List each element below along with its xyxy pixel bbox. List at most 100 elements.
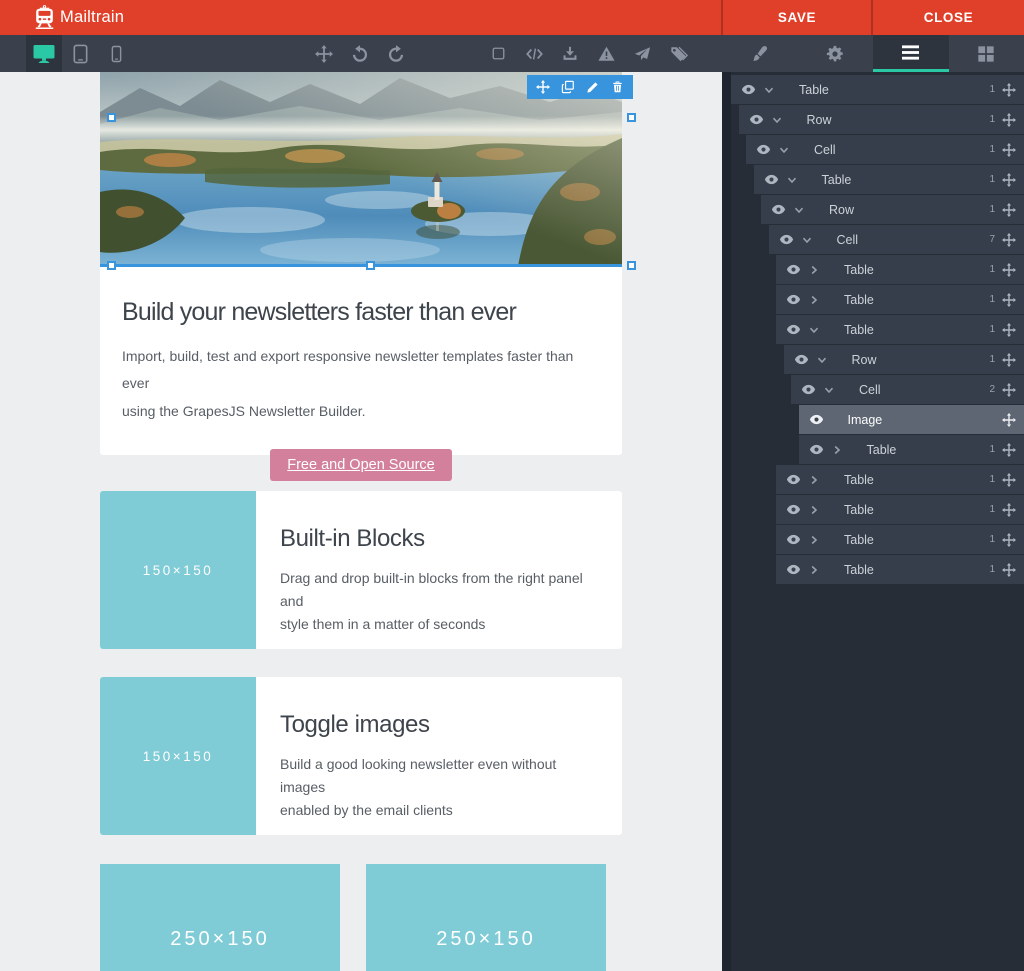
layer-row-cell[interactable]: Cell1 <box>746 135 1024 165</box>
layer-row-table[interactable]: Table1 <box>776 465 1024 495</box>
layer-row-table[interactable]: Table1 <box>776 285 1024 315</box>
view-code-button[interactable] <box>516 35 552 72</box>
fullscreen-move-button[interactable] <box>306 35 342 72</box>
warnings-button[interactable] <box>588 35 624 72</box>
chevron-down-icon[interactable] <box>808 324 820 336</box>
move-handle-icon[interactable] <box>1002 143 1016 157</box>
move-handle-icon[interactable] <box>1002 263 1016 277</box>
visibility-eye-icon[interactable] <box>749 112 764 127</box>
visibility-eye-icon[interactable] <box>756 142 771 157</box>
chevron-down-icon[interactable] <box>763 84 775 96</box>
move-handle-icon[interactable] <box>1002 443 1016 457</box>
resize-handle-bottom-center[interactable] <box>366 261 375 270</box>
move-handle-icon[interactable] <box>1002 323 1016 337</box>
save-button[interactable]: SAVE <box>721 0 871 35</box>
undo-button[interactable] <box>342 35 378 72</box>
hero-paragraph[interactable]: Import, build, test and export responsiv… <box>122 343 600 425</box>
open-layers-button[interactable] <box>873 35 949 72</box>
manage-tags-button[interactable] <box>660 35 696 72</box>
visibility-eye-icon[interactable] <box>786 322 801 337</box>
redo-button[interactable] <box>378 35 414 72</box>
chevron-right-icon[interactable] <box>808 474 820 486</box>
cta-button[interactable]: Free and Open Source <box>270 449 452 481</box>
layer-row-cell[interactable]: Cell7 <box>769 225 1024 255</box>
visibility-eye-icon[interactable] <box>786 532 801 547</box>
open-blocks-button[interactable] <box>949 35 1024 72</box>
feature-paragraph[interactable]: Drag and drop built-in blocks from the r… <box>280 567 598 636</box>
device-mobile-button[interactable] <box>98 35 134 72</box>
visibility-eye-icon[interactable] <box>794 352 809 367</box>
component-move-button[interactable] <box>530 75 555 99</box>
chevron-down-icon[interactable] <box>816 354 828 366</box>
device-desktop-button[interactable] <box>26 35 62 72</box>
placeholder-image-250[interactable]: 250×150 <box>366 864 606 971</box>
move-handle-icon[interactable] <box>1002 293 1016 307</box>
chevron-down-icon[interactable] <box>778 144 790 156</box>
layer-row-table[interactable]: Table1 <box>731 75 1024 105</box>
close-button[interactable]: CLOSE <box>871 0 1024 35</box>
move-handle-icon[interactable] <box>1002 473 1016 487</box>
chevron-down-icon[interactable] <box>771 114 783 126</box>
visibility-eye-icon[interactable] <box>764 172 779 187</box>
layer-row-table[interactable]: Table1 <box>776 495 1024 525</box>
chevron-right-icon[interactable] <box>808 564 820 576</box>
layer-row-table[interactable]: Table1 <box>776 555 1024 585</box>
chevron-right-icon[interactable] <box>808 264 820 276</box>
layer-row-row[interactable]: Row1 <box>784 345 1024 375</box>
hero-image[interactable] <box>100 72 622 266</box>
chevron-right-icon[interactable] <box>808 504 820 516</box>
resize-handle-bottom-right[interactable] <box>627 261 636 270</box>
layer-row-row[interactable]: Row1 <box>761 195 1024 225</box>
placeholder-image-150[interactable]: 150×150 <box>100 491 256 649</box>
layer-row-cell[interactable]: Cell2 <box>791 375 1024 405</box>
layer-row-table[interactable]: Table1 <box>799 435 1024 465</box>
resize-handle-right[interactable] <box>627 113 636 122</box>
toggle-borders-button[interactable] <box>480 35 516 72</box>
move-handle-icon[interactable] <box>1002 503 1016 517</box>
layer-row-table[interactable]: Table1 <box>754 165 1024 195</box>
chevron-down-icon[interactable] <box>793 204 805 216</box>
layer-row-table[interactable]: Table1 <box>776 315 1024 345</box>
layer-row-table[interactable]: Table1 <box>776 525 1024 555</box>
move-handle-icon[interactable] <box>1002 173 1016 187</box>
visibility-eye-icon[interactable] <box>786 292 801 307</box>
resize-handle-left[interactable] <box>107 113 116 122</box>
placeholder-image-250[interactable]: 250×150 <box>100 864 340 971</box>
layer-row-table[interactable]: Table1 <box>776 255 1024 285</box>
move-handle-icon[interactable] <box>1002 203 1016 217</box>
feature-heading[interactable]: Toggle images <box>280 711 598 739</box>
visibility-eye-icon[interactable] <box>779 232 794 247</box>
move-handle-icon[interactable] <box>1002 413 1016 427</box>
chevron-down-icon[interactable] <box>786 174 798 186</box>
move-handle-icon[interactable] <box>1002 533 1016 547</box>
send-test-button[interactable] <box>624 35 660 72</box>
visibility-eye-icon[interactable] <box>786 502 801 517</box>
placeholder-image-150[interactable]: 150×150 <box>100 677 256 835</box>
feature-heading[interactable]: Built-in Blocks <box>280 525 598 553</box>
chevron-right-icon[interactable] <box>831 444 843 456</box>
move-handle-icon[interactable] <box>1002 563 1016 577</box>
visibility-eye-icon[interactable] <box>786 472 801 487</box>
device-tablet-button[interactable] <box>62 35 98 72</box>
chevron-right-icon[interactable] <box>808 534 820 546</box>
visibility-eye-icon[interactable] <box>786 262 801 277</box>
import-template-button[interactable] <box>552 35 588 72</box>
move-handle-icon[interactable] <box>1002 353 1016 367</box>
feature-paragraph[interactable]: Build a good looking newsletter even wit… <box>280 753 598 822</box>
hero-heading[interactable]: Build your newsletters faster than ever <box>122 298 600 327</box>
visibility-eye-icon[interactable] <box>801 382 816 397</box>
component-edit-button[interactable] <box>580 75 605 99</box>
component-copy-button[interactable] <box>555 75 580 99</box>
move-handle-icon[interactable] <box>1002 383 1016 397</box>
layer-row-image[interactable]: Image <box>799 405 1024 435</box>
component-delete-button[interactable] <box>605 75 630 99</box>
chevron-down-icon[interactable] <box>823 384 835 396</box>
open-styles-button[interactable] <box>722 35 798 72</box>
layer-row-row[interactable]: Row1 <box>739 105 1024 135</box>
open-settings-button[interactable] <box>798 35 874 72</box>
visibility-eye-icon[interactable] <box>809 412 824 427</box>
move-handle-icon[interactable] <box>1002 233 1016 247</box>
resize-handle-bottom-left[interactable] <box>107 261 116 270</box>
visibility-eye-icon[interactable] <box>771 202 786 217</box>
visibility-eye-icon[interactable] <box>786 562 801 577</box>
